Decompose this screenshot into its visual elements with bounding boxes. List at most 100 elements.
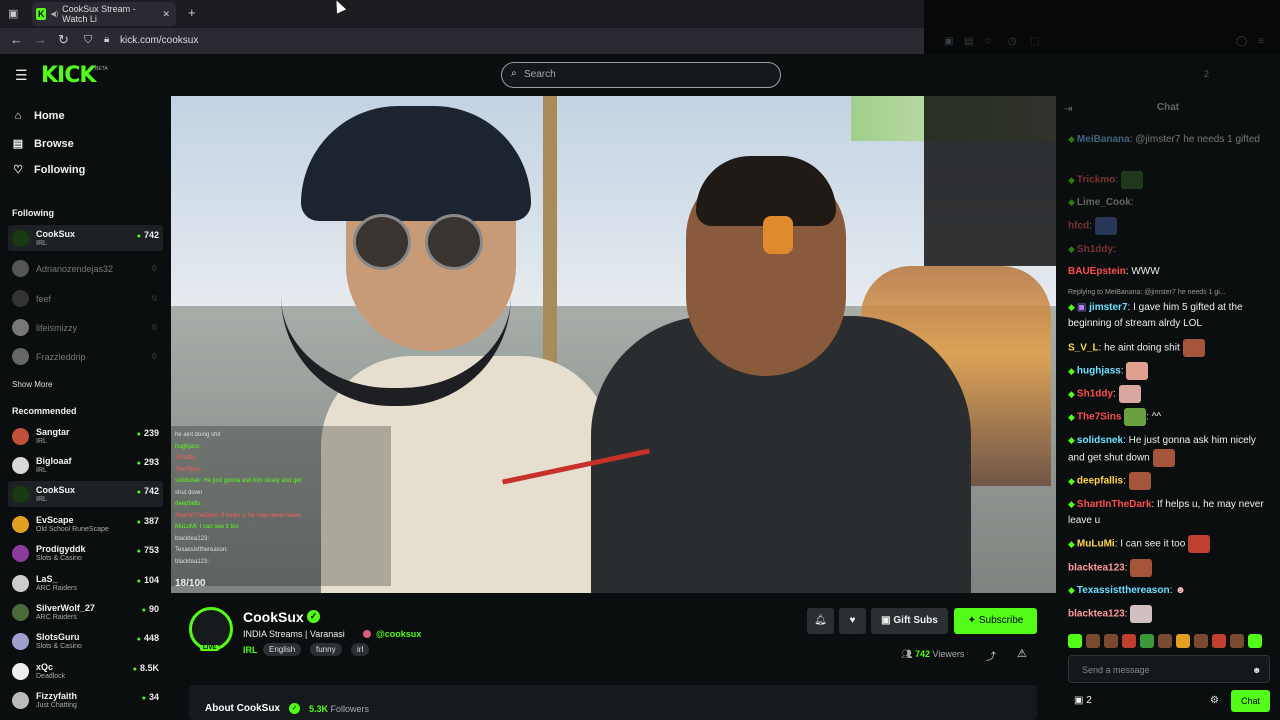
offline-icon: ⦸ xyxy=(151,351,157,360)
recommended-channel[interactable]: Fizzyfaith Just Chatting 34 xyxy=(8,687,163,713)
chat-username[interactable]: Sh1ddy xyxy=(1077,244,1113,255)
emoji-picker-icon[interactable]: ☻ xyxy=(1252,665,1261,675)
chat-username[interactable]: Lime_Cook xyxy=(1077,197,1131,208)
settings-icon[interactable]: ⚙ xyxy=(1210,695,1219,706)
chat-message-input[interactable]: Send a message xyxy=(1068,655,1270,683)
reload-icon[interactable]: ↻ xyxy=(58,32,69,48)
avatar xyxy=(12,545,29,562)
emote[interactable] xyxy=(1194,634,1208,648)
following-channel-offline[interactable]: lifeismizzy ⦸ xyxy=(8,314,163,340)
recommended-channel[interactable]: Bigloaaf IRL 293 xyxy=(8,452,163,478)
chat-username[interactable]: blacktea123 xyxy=(1068,563,1125,574)
channel-name: feef xyxy=(36,294,52,304)
nav-browse[interactable]: ▤ Browse xyxy=(12,137,74,151)
nav-home[interactable]: ⌂ Home xyxy=(12,110,65,122)
lock-icon[interactable]: 🔒︎ xyxy=(104,34,109,45)
badge-icon: ◆ xyxy=(1068,411,1075,422)
emote xyxy=(1128,472,1151,490)
show-more-link[interactable]: Show More xyxy=(12,380,52,389)
overlay-line: MuLuMi: I can see it too xyxy=(175,524,239,530)
close-tab-icon[interactable]: ✕ xyxy=(162,9,170,20)
chat-text: : xyxy=(1130,197,1134,208)
social-handle[interactable]: @cooksux xyxy=(376,629,421,639)
chat-username[interactable]: ShartInTheDark xyxy=(1077,499,1151,510)
stream-category[interactable]: IRL xyxy=(243,645,258,655)
channel-name: Bigloaaf xyxy=(36,456,72,466)
recommended-channel[interactable]: Sangtar IRL 239 xyxy=(8,423,163,449)
emote[interactable] xyxy=(1104,634,1118,648)
tag-funny[interactable]: funny xyxy=(310,643,342,656)
chat-username[interactable]: blacktea123 xyxy=(1068,609,1125,620)
recommended-channel[interactable]: Prodigyddk Slots & Casino 753 xyxy=(8,540,163,566)
chat-message: blacktea123: xyxy=(1068,559,1272,577)
recommended-channel[interactable]: SilverWolf_27 ARC Raiders 90 xyxy=(8,599,163,625)
send-chat-button[interactable]: Chat xyxy=(1231,690,1270,712)
emote[interactable] xyxy=(1122,634,1136,648)
forward-icon[interactable]: → xyxy=(34,32,47,47)
hamburger-menu-icon[interactable]: ☰ xyxy=(15,67,28,84)
chat-username[interactable]: jimster7 xyxy=(1089,302,1127,313)
chat-username[interactable]: The7Sins xyxy=(1077,412,1121,423)
chat-message: ◆ MeiBanana: @jimster7 he needs 1 gifted xyxy=(1068,131,1272,148)
overlay-line: The7Sins: xyxy=(175,466,203,473)
gift-subs-button[interactable]: ▣ Gift Subs xyxy=(871,608,948,634)
emote[interactable] xyxy=(1140,634,1154,648)
emote xyxy=(1120,171,1143,189)
viewer-count: 90 xyxy=(142,604,159,614)
emote[interactable] xyxy=(1230,634,1244,648)
reply-context[interactable]: Replying to MeiBanana: @jimster7 he need… xyxy=(1068,289,1226,296)
report-icon[interactable]: ⚠ xyxy=(1017,647,1027,660)
search-input[interactable]: ⌕ Search xyxy=(501,62,781,88)
chat-username[interactable]: Sh1ddy xyxy=(1077,389,1113,400)
share-icon[interactable]: ⤴ xyxy=(986,648,996,663)
following-channel-cooksux[interactable]: CookSux IRL 742 xyxy=(8,225,163,251)
back-icon[interactable]: ← xyxy=(10,32,23,47)
avatar xyxy=(12,230,29,247)
emote[interactable] xyxy=(1086,634,1100,648)
channel-name: Prodigyddk xyxy=(36,544,86,554)
viewer-count: 742 xyxy=(914,649,930,659)
following-channel-offline[interactable]: feef ⦸ xyxy=(8,285,163,311)
emote[interactable] xyxy=(1248,634,1262,648)
overlay-line: solidsnek: He just gonna ask him nicely … xyxy=(175,478,302,484)
chat-username[interactable]: MeiBanana xyxy=(1077,134,1130,145)
speaker-icon[interactable]: ◀) xyxy=(50,10,58,18)
tag-irl[interactable]: irl xyxy=(351,643,370,656)
chat-username[interactable]: S_V_L xyxy=(1068,343,1099,354)
recommended-channel[interactable]: SlotsGuru Slots & Casino 448 xyxy=(8,628,163,654)
emote[interactable] xyxy=(1176,634,1190,648)
shield-icon[interactable]: ⛉ xyxy=(84,34,92,47)
chat-username[interactable]: Trickmo xyxy=(1077,175,1115,186)
subscribe-button[interactable]: ✦ Subscribe xyxy=(954,608,1037,634)
notification-bell-button[interactable]: 🔔︎ xyxy=(807,608,834,634)
new-tab-icon[interactable]: + xyxy=(188,5,196,20)
url-text[interactable]: kick.com/cooksux xyxy=(120,35,198,46)
following-channel-offline[interactable]: Adrianozendejas32 ⦸ xyxy=(8,255,163,281)
browser-tab[interactable]: K ◀) CookSux Stream - Watch Li ✕ xyxy=(32,2,176,26)
kick-logo[interactable]: KICK xyxy=(41,63,96,88)
recommended-channel[interactable]: EvScape Old School RuneScape 387 xyxy=(8,511,163,537)
viewer-count: 239 xyxy=(137,428,159,438)
recommended-channel[interactable]: CookSux IRL 742 xyxy=(8,481,163,507)
emote[interactable] xyxy=(1068,634,1082,648)
tag-english[interactable]: English xyxy=(263,643,302,656)
chat-username[interactable]: hfcd xyxy=(1068,221,1089,232)
nav-following[interactable]: ♡ Following xyxy=(12,163,85,177)
chat-username[interactable]: Texassistthereason xyxy=(1077,585,1170,596)
chat-username[interactable]: deepfallis xyxy=(1077,476,1123,487)
chat-message: ◆ ▣ jimster7: I gave him 5 gifted at the … xyxy=(1068,299,1272,332)
instagram-icon[interactable] xyxy=(363,630,371,638)
emote[interactable] xyxy=(1158,634,1172,648)
chat-username[interactable]: MuLuMi xyxy=(1077,539,1115,550)
following-channel-offline[interactable]: Frazzleddrip ⦸ xyxy=(8,343,163,369)
follow-button[interactable]: ♥ xyxy=(839,608,866,634)
emote[interactable] xyxy=(1212,634,1226,648)
chat-username[interactable]: hughjass xyxy=(1077,366,1121,377)
chat-username[interactable]: BAUEpstein xyxy=(1068,266,1126,277)
chat-username[interactable]: solidsnek xyxy=(1077,435,1123,446)
tab-list-icon[interactable]: ▣ xyxy=(8,7,18,20)
channel-name[interactable]: CookSux xyxy=(243,609,304,625)
recommended-channel[interactable]: LaS_ ARC Raiders 104 xyxy=(8,570,163,596)
gift-count[interactable]: ▣ 2 xyxy=(1074,695,1092,706)
recommended-channel[interactable]: xQc Deadlock 8.5K xyxy=(8,658,163,684)
